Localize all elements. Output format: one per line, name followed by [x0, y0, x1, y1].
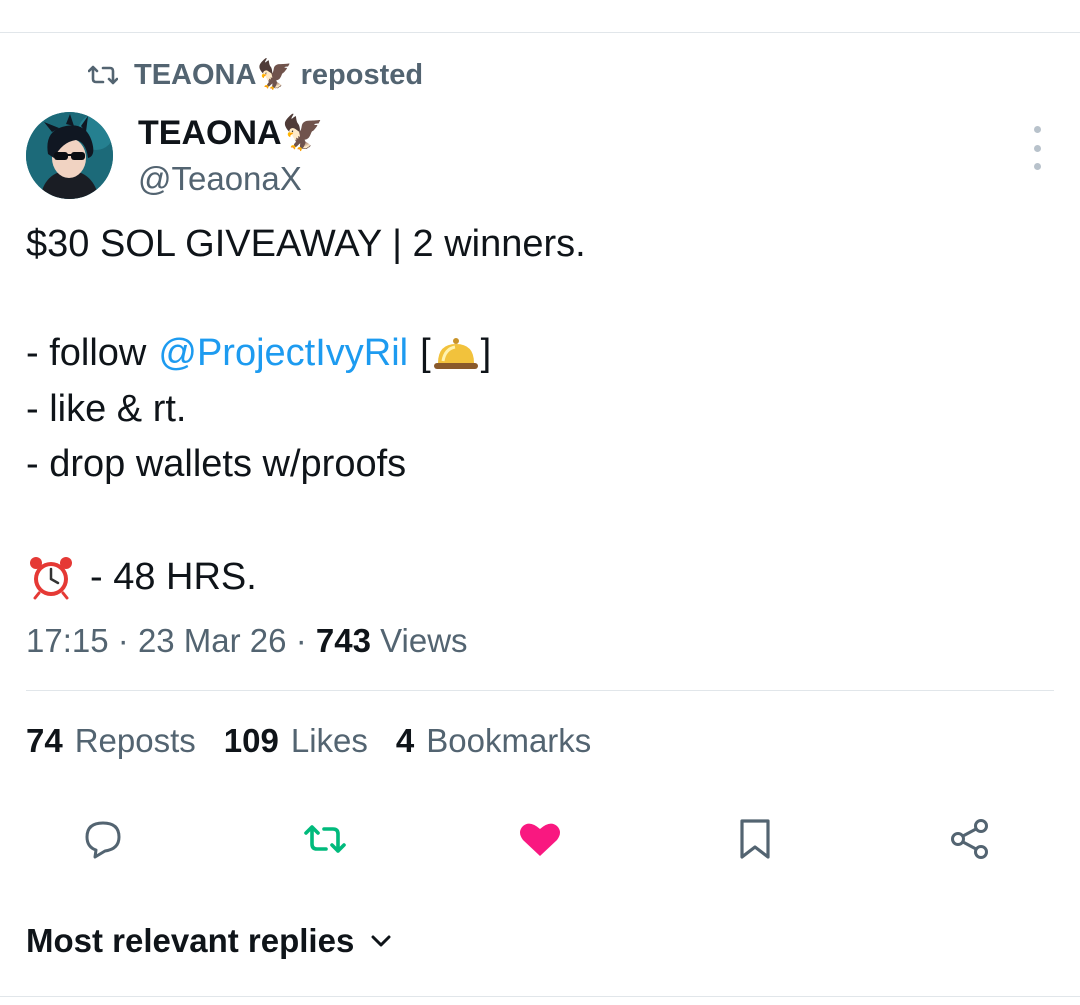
- tweet-meta: 17:15 · 23 Mar 26 · 743 Views: [26, 622, 468, 660]
- share-icon[interactable]: [945, 814, 995, 864]
- more-options-icon[interactable]: [1022, 126, 1052, 170]
- tweet-line-1: $30 SOL GIVEAWAY | 2 winners.: [26, 223, 586, 265]
- tweet-line-4: - drop wallets w/proofs: [26, 443, 407, 485]
- meta-separator: ·: [295, 622, 307, 659]
- meta-separator: ·: [117, 622, 129, 659]
- mention-link[interactable]: @ProjectIvyRil: [158, 332, 408, 375]
- tweet-line-2: - follow @ProjectIvyRil [ ]: [26, 332, 491, 375]
- repost-header[interactable]: TEAONA🦅 reposted: [86, 58, 423, 92]
- author-name[interactable]: TEAONA🦅: [138, 113, 324, 153]
- top-divider: [0, 32, 1080, 33]
- repost-indicator-icon: [86, 62, 120, 88]
- reply-icon[interactable]: [78, 814, 128, 864]
- avatar[interactable]: [26, 112, 113, 199]
- replies-sort-dropdown[interactable]: Most relevant replies: [26, 922, 392, 960]
- engagement-stats: 74 Reposts 109 Likes 4 Bookmarks: [26, 722, 591, 760]
- author-handle[interactable]: @TeaonaX: [138, 160, 302, 198]
- chevron-down-icon: [370, 934, 392, 948]
- likes-stat[interactable]: 109 Likes: [224, 722, 368, 760]
- like-icon[interactable]: [515, 814, 565, 864]
- alarm-clock-icon: [26, 553, 76, 601]
- repost-icon[interactable]: [300, 814, 350, 864]
- bookmark-icon[interactable]: [730, 814, 780, 864]
- duration-text: - 48 HRS.: [90, 555, 257, 598]
- bottom-divider: [0, 996, 1080, 997]
- repost-label: TEAONA🦅 reposted: [134, 59, 424, 91]
- tweet-date[interactable]: 23 Mar 26: [138, 622, 287, 659]
- bracket-close: ]: [480, 332, 492, 374]
- bell-icon: [431, 334, 481, 374]
- bracket-open: [: [420, 332, 431, 374]
- reposts-stat[interactable]: 74 Reposts: [26, 722, 196, 760]
- tweet-line-3: - like & rt.: [26, 388, 187, 430]
- views-label: Views: [380, 622, 468, 659]
- tweet-line-5: - 48 HRS.: [26, 553, 257, 601]
- meta-divider: [26, 690, 1054, 691]
- tweet-time[interactable]: 17:15: [26, 622, 109, 659]
- views-count: 743: [315, 622, 371, 659]
- tweet-follow-text: - follow: [26, 332, 147, 374]
- replies-sort-label: Most relevant replies: [26, 922, 355, 959]
- bookmarks-stat[interactable]: 4 Bookmarks: [396, 722, 591, 760]
